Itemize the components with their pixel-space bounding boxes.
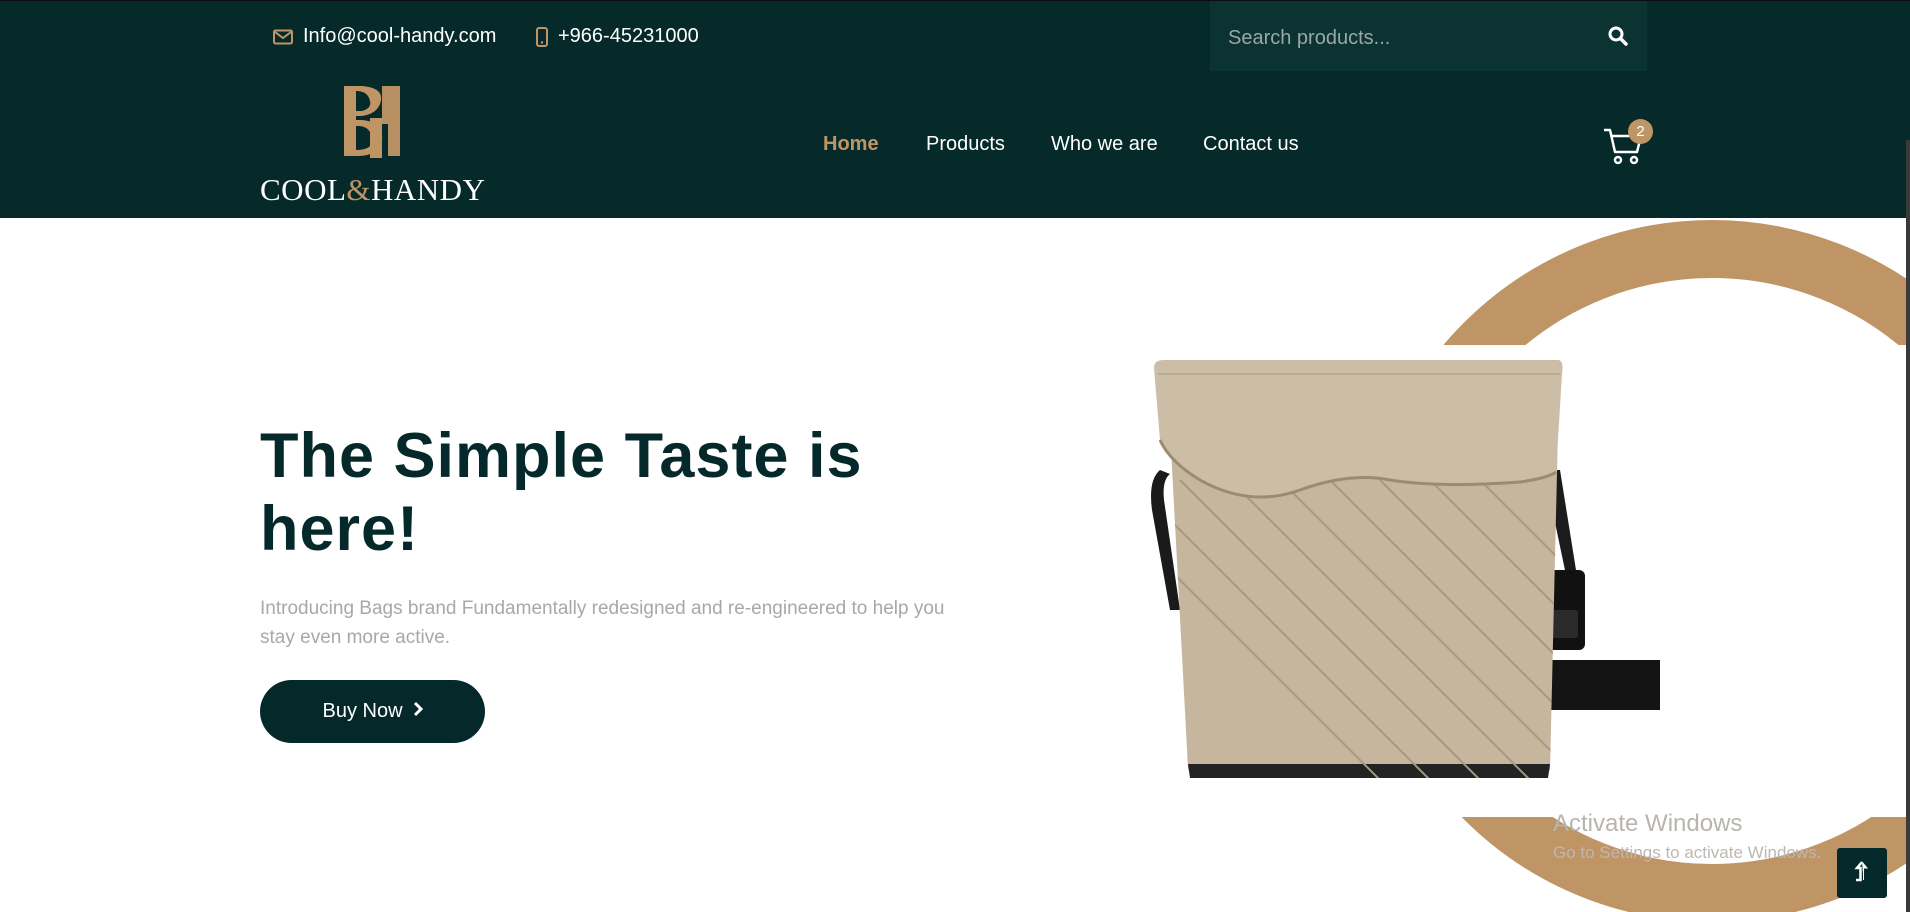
hero-description: Introducing Bags brand Fundamentally red… [260,598,945,648]
product-image-bag [1151,360,1660,778]
top-bar: Info@cool-handy.com +966-45231000 [0,0,1910,72]
email-contact[interactable]: Info@cool-handy.com [273,1,496,72]
chevron-right-icon [413,700,423,723]
search-input[interactable] [1226,15,1590,61]
scroll-to-top-button[interactable] [1837,848,1887,898]
cart-count-badge: 2 [1628,119,1653,144]
brand-name-handy: HANDY [371,172,486,207]
nav-products[interactable]: Products [926,124,1005,164]
buy-now-button[interactable]: Buy Now [260,680,485,743]
nav-contact-us[interactable]: Contact us [1203,124,1299,164]
search-box [1210,1,1647,72]
brand-name-cool: COOL [260,172,347,207]
search-icon[interactable] [1603,21,1633,51]
brand-name: COOL&HANDY [260,172,510,208]
activate-windows-watermark: Activate Windows [1553,810,1743,837]
nav-home[interactable]: Home [823,124,879,164]
hero-title: The Simple Taste is here! [260,421,863,564]
email-text: Info@cool-handy.com [303,25,497,47]
brand-name-ampersand: & [346,172,372,207]
phone-text: +966-45231000 [558,25,699,47]
nav-who-we-are[interactable]: Who we are [1051,124,1158,164]
arrow-up-icon [1854,860,1870,887]
mobile-phone-icon [536,26,548,47]
activate-windows-subtext: Go to Settings to activate Windows. [1553,843,1822,862]
buy-now-label: Buy Now [322,700,403,722]
page-scrollbar[interactable] [1906,140,1910,912]
phone-contact[interactable]: +966-45231000 [536,1,699,72]
envelope-icon [273,29,293,45]
